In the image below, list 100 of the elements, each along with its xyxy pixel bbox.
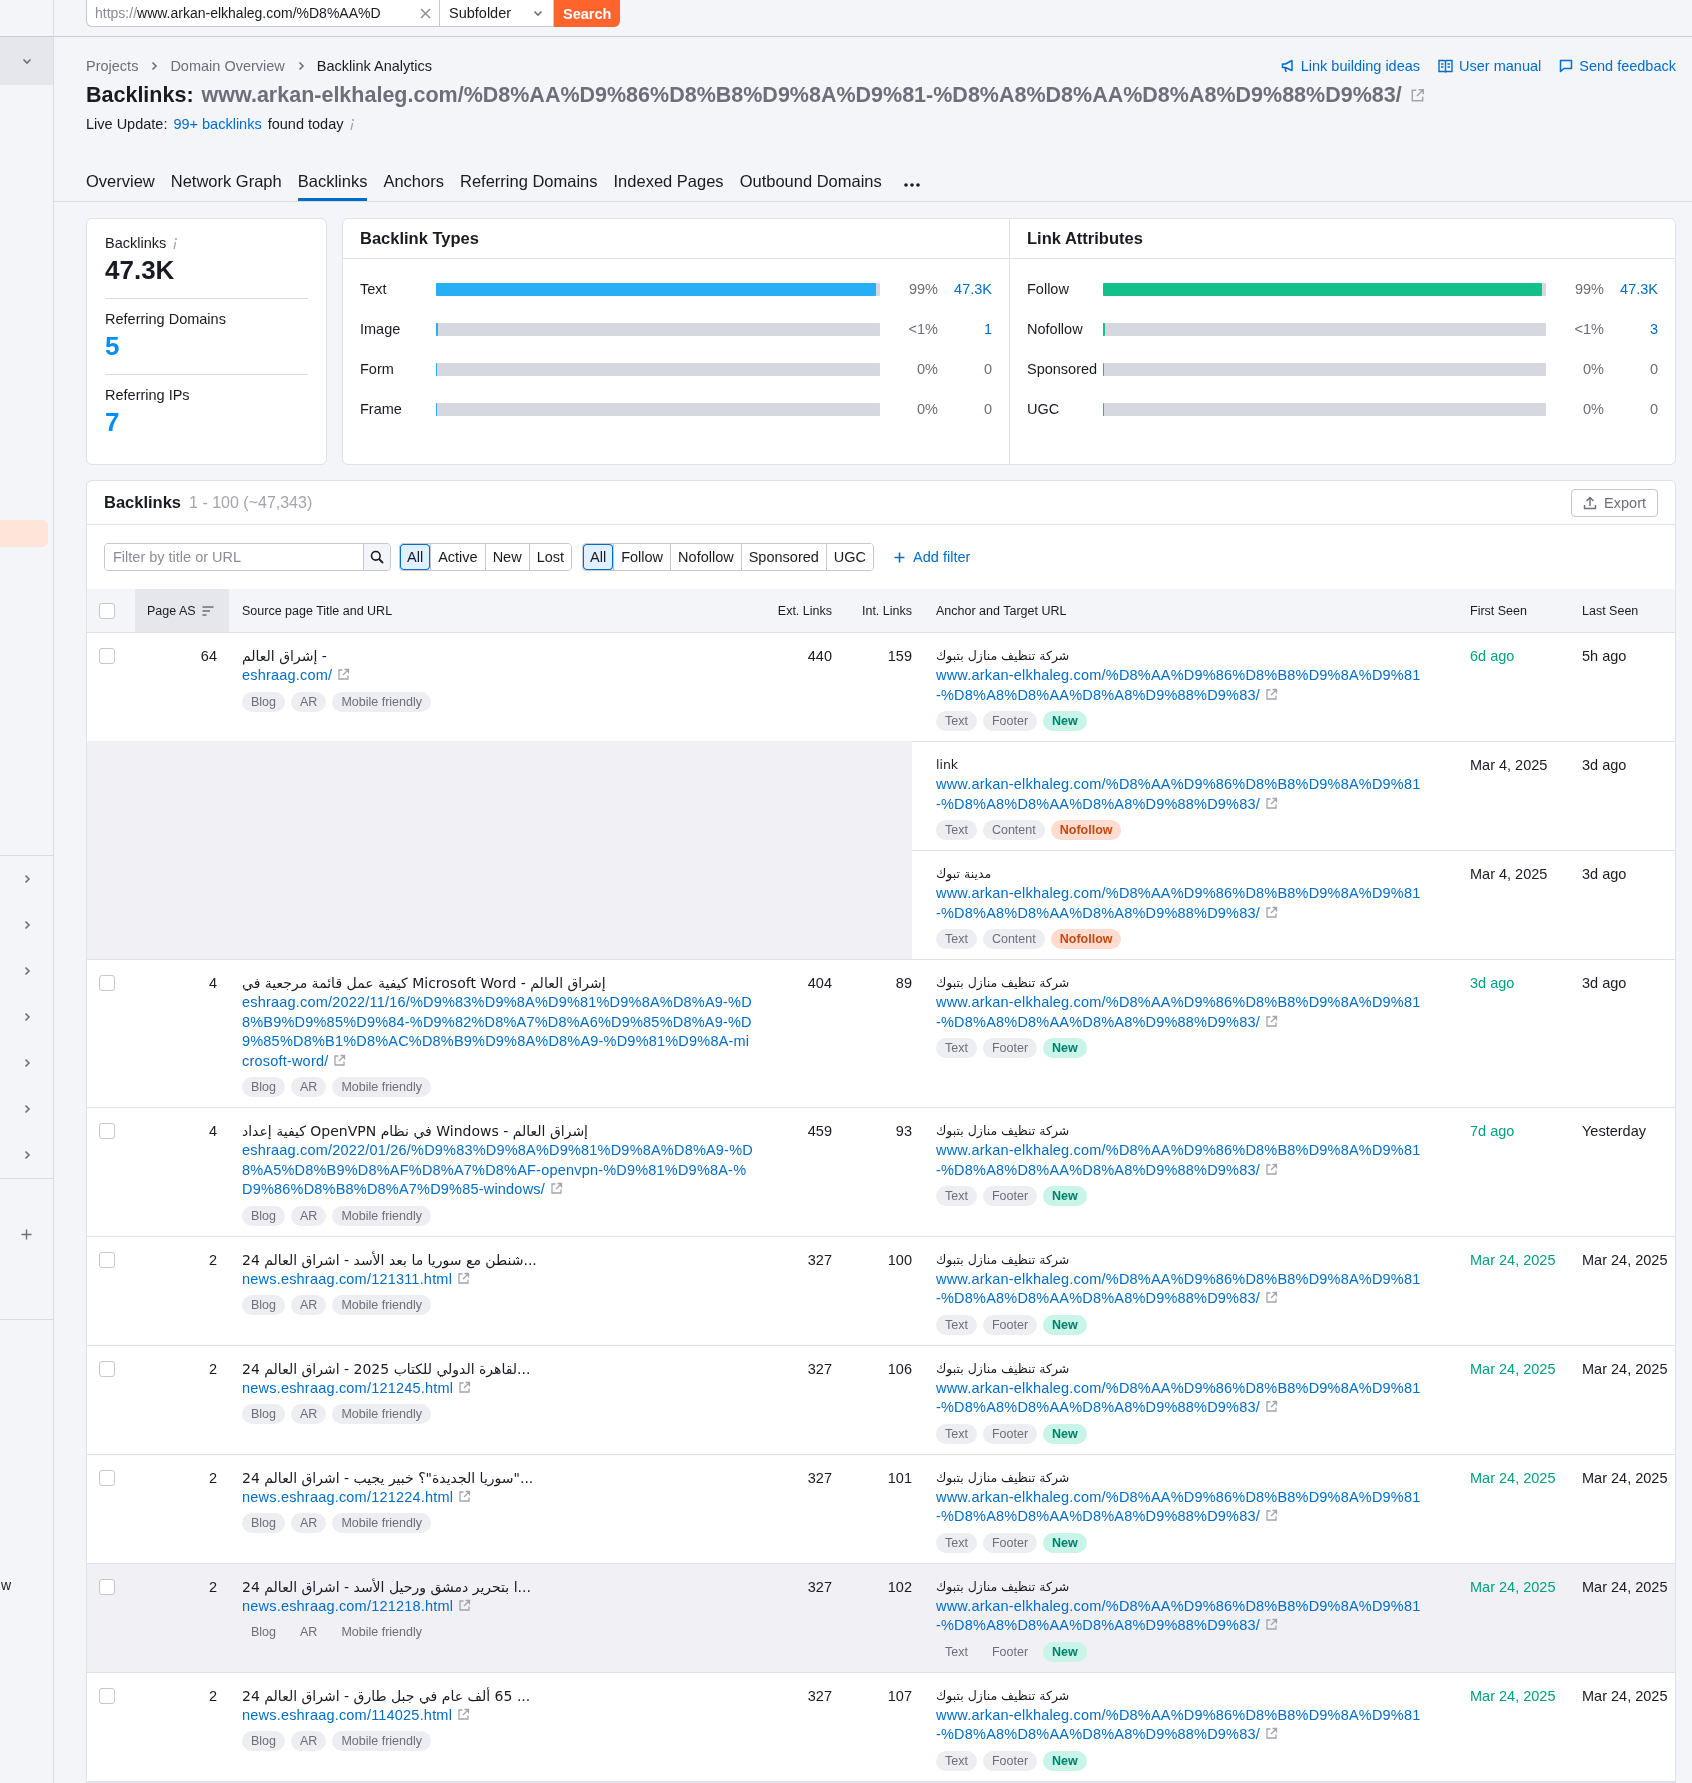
bar-count-link[interactable]: 1 <box>938 321 992 337</box>
external-link-icon[interactable] <box>1264 1618 1278 1631</box>
add-filter-button[interactable]: Add filter <box>884 549 981 565</box>
target-url-link[interactable]: www.arkan-elkhaleg.com/%D8%AA%D9%86%D8%B8%D9%8A%D9%81-%D8%A8%D8%AA%D8%A8%D9%88%D9%83/ <box>936 666 1422 705</box>
column-header[interactable]: Source page Title and URL <box>242 603 393 618</box>
source-url-link[interactable]: eshraag.com/2022/11/16/%D9%83%D9%8A%D9%81%D9%8A%D8%A9-%D8%B9%D9%85%D9%84-%D9%82%D8%A7%D8%A6%D9%85%D8%A9-%D9%85%D8%B1%D8%AC%D8%B9%D9%8A%D8%A9-%D9%81%D9%8A-microsoft-word/ <box>242 993 754 1071</box>
target-url-link[interactable]: www.arkan-elkhaleg.com/%D8%AA%D9%86%D8%B8%D9%8A%D9%81-%D8%A8%D8%AA%D8%A8%D9%88%D9%83/ <box>936 1705 1422 1745</box>
last-seen-date: Mar 24, 2025 <box>1582 1687 1668 1704</box>
status-filter-button[interactable]: All <box>400 544 431 570</box>
row-checkbox[interactable] <box>99 1578 115 1595</box>
external-link-icon[interactable] <box>1264 905 1278 919</box>
target-url-link[interactable]: www.arkan-elkhaleg.com/%D8%AA%D9%86%D8%B8%D9%8A%D9%81-%D8%A8%D8%AA%D8%A8%D9%88%D9%83/ <box>936 1596 1422 1636</box>
row-checkbox[interactable] <box>99 1469 115 1486</box>
backlinks-found-link[interactable]: 99+ backlinks <box>173 116 262 132</box>
row-checkbox[interactable] <box>99 975 115 991</box>
external-link-icon[interactable] <box>1264 1509 1278 1522</box>
source-url-link[interactable]: eshraag.com/ <box>242 666 754 686</box>
external-link-icon[interactable] <box>457 1707 471 1721</box>
target-url-link[interactable]: www.arkan-elkhaleg.com/%D8%AA%D9%86%D8%B8%D9%8A%D9%81-%D8%A8%D8%AA%D8%A8%D9%88%D9%83/ <box>936 993 1422 1032</box>
row-checkbox[interactable] <box>99 1687 115 1704</box>
external-link-icon[interactable] <box>1264 1291 1278 1304</box>
info-icon[interactable] <box>172 236 179 250</box>
export-button[interactable]: Export <box>1571 488 1658 517</box>
url-input-field[interactable]: https://www.arkan-elkhaleg.com/%D8%AA%D <box>86 0 440 27</box>
external-link-icon[interactable] <box>457 1271 471 1285</box>
info-icon[interactable] <box>349 117 356 131</box>
source-title: ...ا بتحرير دمشق ورحيل الأسد - اشراق العالم 24 <box>242 1577 532 1597</box>
column-header[interactable]: Ext. Links <box>777 603 832 618</box>
external-link-icon[interactable] <box>1409 88 1425 103</box>
link-type-filter-button[interactable]: UGC <box>825 544 874 570</box>
external-link-icon[interactable] <box>333 1053 347 1067</box>
external-link-icon[interactable] <box>1264 1162 1278 1176</box>
row-checkbox[interactable] <box>99 1360 115 1377</box>
source-url-link[interactable]: news.eshraag.com/114025.html <box>242 1705 754 1725</box>
header-link[interactable]: User manual <box>1438 58 1542 74</box>
row-checkbox[interactable] <box>99 1123 115 1139</box>
nav-tab[interactable]: Anchors <box>383 172 444 201</box>
source-url-link[interactable]: news.eshraag.com/121245.html <box>242 1378 754 1398</box>
breadcrumb-link[interactable]: Backlink Analytics <box>316 58 433 74</box>
nav-tab[interactable]: Backlinks <box>297 172 368 201</box>
search-button[interactable]: Search <box>554 0 621 27</box>
source-url-link[interactable]: eshraag.com/2022/01/26/%D9%83%D9%8A%D9%81%D9%8A%D8%A9-%D8%A5%D8%B9%D8%AF%D8%A7%D8%AF-openvpn-%D9%81%D9%8A-%D9%86%D8%B8%D8%A7%D9%85-windows/ <box>242 1141 754 1200</box>
target-url-link[interactable]: www.arkan-elkhaleg.com/%D8%AA%D9%86%D8%B8%D9%8A%D9%81-%D8%A8%D8%AA%D8%A8%D9%88%D9%83/ <box>936 1269 1422 1309</box>
breadcrumb-link[interactable]: Projects <box>86 58 139 74</box>
header-link[interactable]: Send feedback <box>1559 58 1676 74</box>
column-header[interactable]: Anchor and Target URL <box>936 603 1067 618</box>
column-header[interactable]: Page AS <box>147 603 196 618</box>
external-link-icon[interactable] <box>458 1489 472 1503</box>
nav-tab[interactable]: Indexed Pages <box>613 172 724 201</box>
last-seen-date: 5h ago <box>1582 648 1627 664</box>
link-tag: Text <box>936 1186 977 1206</box>
stat-value[interactable]: 5 <box>105 331 308 362</box>
source-url-link[interactable]: news.eshraag.com/121224.html <box>242 1487 754 1507</box>
source-url-link[interactable]: news.eshraag.com/121218.html <box>242 1596 754 1616</box>
int-links-count: 93 <box>895 1123 912 1139</box>
source-title: - إشراق العالم <box>242 647 328 666</box>
source-url-link[interactable]: news.eshraag.com/121311.html <box>242 1269 754 1289</box>
target-url-link[interactable]: www.arkan-elkhaleg.com/%D8%AA%D9%86%D8%B8%D9%8A%D9%81-%D8%A8%D8%AA%D8%A8%D9%88%D9%83/ <box>936 775 1422 814</box>
external-link-icon[interactable] <box>1264 1014 1278 1028</box>
target-url-link[interactable]: www.arkan-elkhaleg.com/%D8%AA%D9%86%D8%B8%D9%8A%D9%81-%D8%A8%D8%AA%D8%A8%D9%88%D9%83/ <box>936 1141 1422 1180</box>
bar-count-link[interactable]: 3 <box>1604 321 1658 337</box>
sort-icon[interactable] <box>201 605 214 616</box>
row-checkbox[interactable] <box>99 1251 115 1268</box>
link-type-filter-button[interactable]: All <box>583 544 614 570</box>
first-seen-date: 7d ago <box>1470 1123 1515 1139</box>
nav-tab[interactable]: Network Graph <box>170 172 282 201</box>
row-checkbox[interactable] <box>99 648 115 664</box>
external-link-icon[interactable] <box>1264 1400 1278 1413</box>
stat-value[interactable]: 7 <box>105 407 308 438</box>
external-link-icon[interactable] <box>1264 687 1278 701</box>
select-all-checkbox[interactable] <box>99 602 115 619</box>
column-header[interactable]: Int. Links <box>861 603 912 618</box>
nav-tab[interactable]: Overview <box>86 172 155 201</box>
source-tag: AR <box>291 1513 327 1533</box>
nav-tab[interactable]: Outbound Domains <box>739 172 882 201</box>
scope-dropdown[interactable]: Subfolder <box>440 0 554 27</box>
external-link-icon[interactable] <box>1264 1727 1278 1740</box>
target-url-link[interactable]: www.arkan-elkhaleg.com/%D8%AA%D9%86%D8%B8%D9%8A%D9%81-%D8%A8%D8%AA%D8%A8%D9%88%D9%83/ <box>936 884 1422 923</box>
header-link[interactable]: Link building ideas <box>1280 58 1421 74</box>
target-url-link[interactable]: www.arkan-elkhaleg.com/%D8%AA%D9%86%D8%B8%D9%8A%D9%81-%D8%A8%D8%AA%D8%A8%D9%88%D9%83/ <box>936 1378 1422 1418</box>
bar-count: 0 <box>982 401 992 417</box>
bar-count-link[interactable]: 47.3K <box>938 281 992 297</box>
column-header[interactable]: First Seen <box>1470 603 1527 618</box>
bar-count-link[interactable]: 47.3K <box>1604 281 1658 297</box>
page-title: Backlinks: <box>86 83 194 108</box>
external-link-icon[interactable] <box>337 668 351 681</box>
search-icon[interactable] <box>370 550 384 564</box>
external-link-icon[interactable] <box>550 1182 563 1195</box>
clear-icon[interactable] <box>420 7 431 19</box>
external-link-icon[interactable] <box>458 1380 472 1394</box>
filter-search-field[interactable]: Filter by title or URL <box>104 543 391 571</box>
breadcrumb-link[interactable]: Domain Overview <box>170 58 285 74</box>
status-filter-button[interactable]: Lost <box>528 544 572 570</box>
nav-tab[interactable]: Referring Domains <box>459 172 598 201</box>
external-link-icon[interactable] <box>458 1598 472 1612</box>
column-header[interactable]: Last Seen <box>1582 603 1639 618</box>
target-url-link[interactable]: www.arkan-elkhaleg.com/%D8%AA%D9%86%D8%B8%D9%8A%D9%81-%D8%A8%D8%AA%D8%A8%D9%88%D9%83/ <box>936 1487 1422 1527</box>
source-tag: Blog <box>242 1731 286 1751</box>
external-link-icon[interactable] <box>1264 796 1278 810</box>
plus-icon[interactable] <box>21 1228 32 1240</box>
